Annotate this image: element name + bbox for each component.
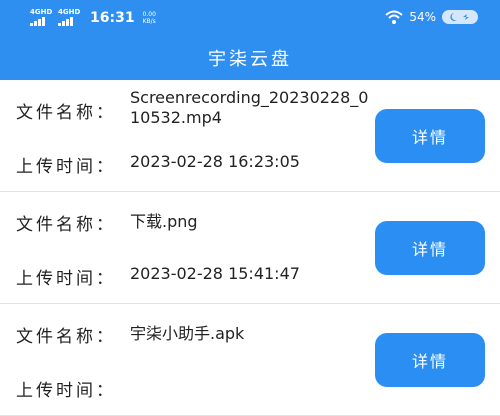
page-title: 宇柒云盘: [208, 49, 292, 70]
upload-time-label: 上传时间：: [16, 269, 116, 289]
file-name-label: 文件名称：: [16, 327, 116, 347]
wifi-icon: [385, 10, 403, 24]
network-speed: 0.00 KB/s: [143, 11, 156, 25]
file-name-label: 文件名称：: [16, 215, 116, 235]
status-left: 4GHD 4GHD 16:31 0.00 KB/s: [30, 9, 156, 26]
network-speed-unit: KB/s: [142, 17, 156, 25]
status-bar: 4GHD 4GHD 16:31 0.00 KB/s 54%: [0, 0, 500, 36]
upload-time: 2023-02-28 16:23:05: [130, 152, 300, 171]
file-name: 下载.png: [130, 212, 198, 231]
file-name-label: 文件名称：: [16, 103, 116, 123]
details-button[interactable]: 详情: [375, 221, 485, 275]
moon-icon: [450, 13, 469, 21]
battery-percent: 54%: [409, 10, 436, 24]
file-item: 文件名称： 宇柒小助手.apk 上传时间： 详情: [0, 304, 500, 416]
file-item: 文件名称： Screenrecording_20230228_010532.mp…: [0, 80, 500, 192]
signal-icon-sim1: 4GHD: [30, 9, 52, 26]
details-button[interactable]: 详情: [375, 109, 485, 163]
upload-time-label: 上传时间：: [16, 381, 116, 401]
upload-time: 2023-02-28 15:41:47: [130, 264, 300, 283]
clock: 16:31: [90, 9, 135, 26]
file-list[interactable]: 文件名称： Screenrecording_20230228_010532.mp…: [0, 80, 500, 416]
upload-time-label: 上传时间：: [16, 157, 116, 177]
signal-icon-sim2: 4GHD: [58, 9, 80, 26]
network-type-label: 4GHD: [30, 8, 53, 16]
network-speed-value: 0.00: [142, 10, 156, 18]
network-type-label: 4GHD: [58, 8, 81, 16]
app-title-bar: 宇柒云盘: [0, 36, 500, 80]
details-button[interactable]: 详情: [375, 333, 485, 387]
status-right: 54%: [385, 10, 478, 24]
file-name: 宇柒小助手.apk: [130, 324, 245, 343]
battery-icon: [442, 10, 478, 24]
file-item: 文件名称： 下载.png 上传时间： 2023-02-28 15:41:47 详…: [0, 192, 500, 304]
file-name: Screenrecording_20230228_010532.mp4: [130, 88, 369, 127]
